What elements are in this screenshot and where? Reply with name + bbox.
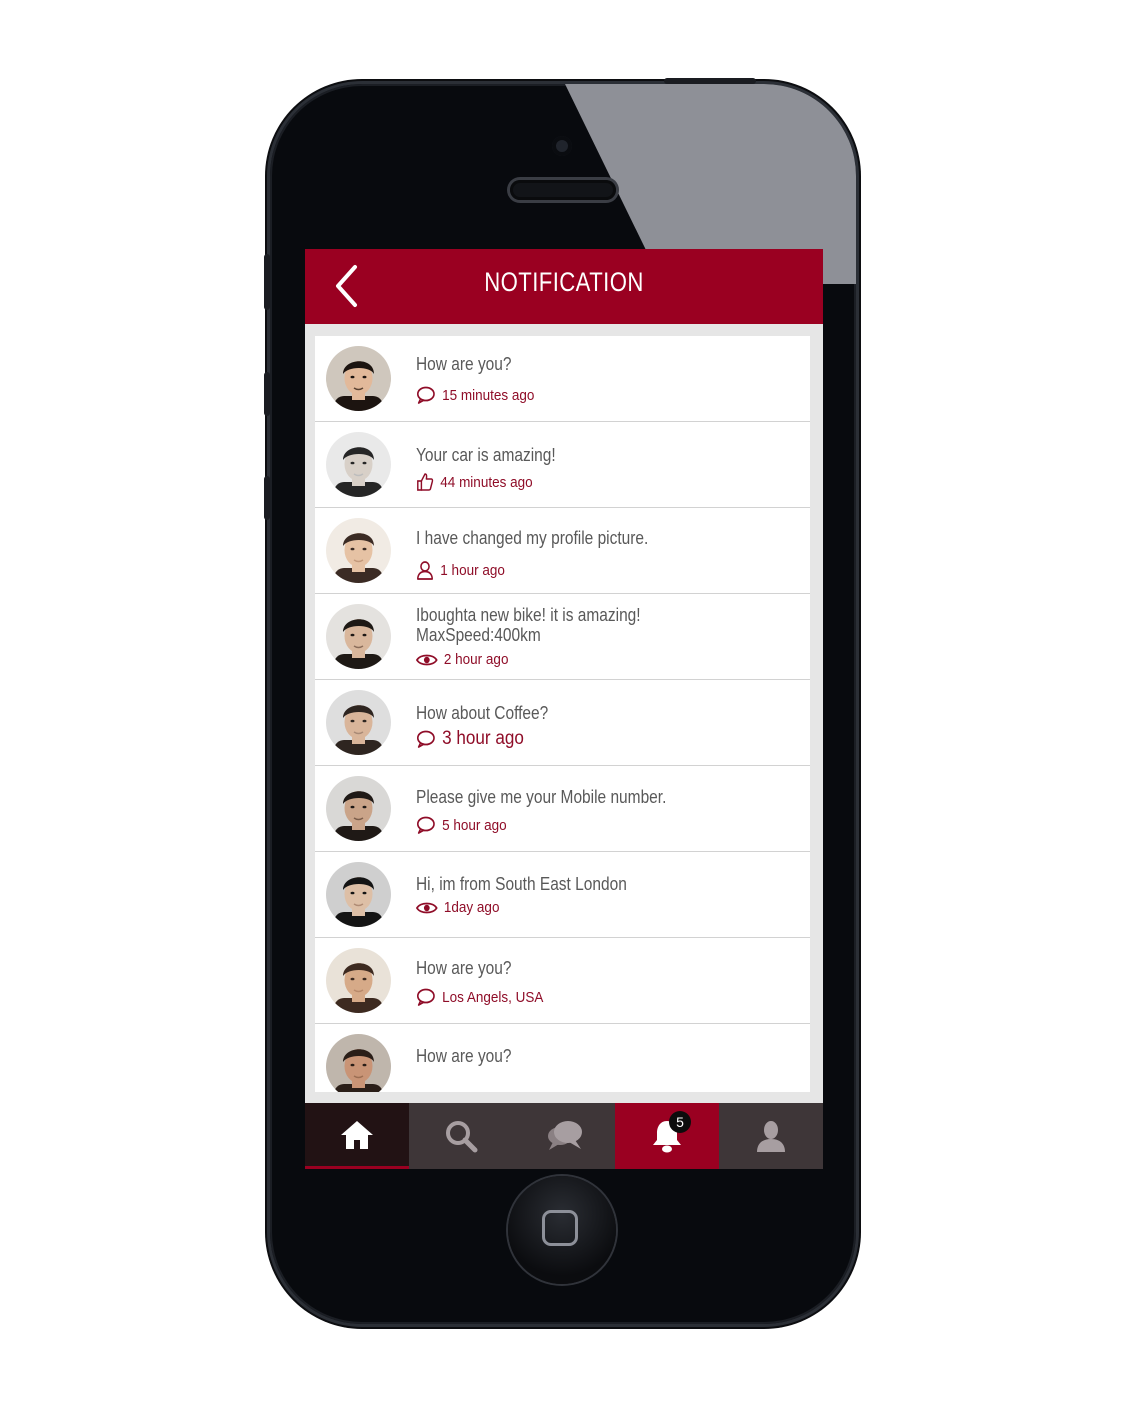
- search-icon: [446, 1121, 478, 1153]
- avatar[interactable]: [326, 690, 391, 755]
- earpiece-speaker: [510, 180, 616, 200]
- mute-switch: [264, 254, 270, 310]
- home-icon: [341, 1120, 373, 1149]
- tab-chat[interactable]: [513, 1103, 617, 1169]
- notification-message: I have changed my profile picture.: [416, 528, 649, 548]
- notification-time: 2 hour ago: [443, 651, 509, 668]
- tab-search[interactable]: [409, 1103, 513, 1169]
- notification-item[interactable]: How about Coffee? 3 hour ago: [315, 680, 810, 766]
- notification-time: 15 minutes ago: [442, 386, 535, 404]
- notification-meta: 5 hour ago: [416, 816, 507, 834]
- avatar[interactable]: [326, 862, 391, 927]
- avatar[interactable]: [326, 776, 391, 841]
- notification-message: Your car is amazing!: [416, 445, 556, 465]
- notification-item[interactable]: Iboughta new bike! it is amazing! MaxSpe…: [315, 594, 810, 680]
- bottom-tab-bar: 5: [305, 1103, 823, 1169]
- notification-item[interactable]: Please give me your Mobile number. 5 hour…: [315, 766, 810, 852]
- tab-notifications[interactable]: 5: [615, 1103, 719, 1169]
- notification-item[interactable]: How are you? 15 minutes ago: [315, 336, 810, 422]
- avatar[interactable]: [326, 346, 391, 411]
- notification-time: 1day ago: [443, 899, 500, 916]
- avatar[interactable]: [326, 604, 391, 669]
- comment-icon: [416, 730, 435, 748]
- notification-meta: Los Angels, USA: [416, 988, 543, 1006]
- profile-icon: [757, 1121, 785, 1152]
- eye-icon: [416, 902, 438, 913]
- notification-time: 3 hour ago: [442, 728, 524, 749]
- notification-message: Iboughta new bike! it is amazing! MaxSpe…: [416, 605, 641, 645]
- notification-list[interactable]: How are you? 15 minutes ago Your car is am…: [315, 336, 810, 1092]
- notification-message: How about Coffee?: [416, 703, 549, 723]
- eye-icon: [416, 654, 438, 665]
- notification-time: Los Angels, USA: [442, 988, 544, 1006]
- app-header: NOTIFICATION: [305, 249, 823, 324]
- notification-item[interactable]: Hi, im from South East London 1day ago: [315, 852, 810, 938]
- notification-item[interactable]: How are you?: [315, 1024, 810, 1092]
- avatar[interactable]: [326, 1034, 391, 1092]
- comment-icon: [416, 816, 435, 834]
- notification-count-badge: 5: [669, 1111, 691, 1133]
- avatar[interactable]: [326, 432, 391, 497]
- power-button: [664, 78, 756, 84]
- volume-down-button: [264, 476, 270, 520]
- chat-icon: [548, 1121, 582, 1150]
- notification-meta: 2 hour ago: [416, 651, 508, 668]
- notification-item[interactable]: I have changed my profile picture. 1 hour…: [315, 508, 810, 594]
- comment-icon: [416, 386, 435, 404]
- tab-home[interactable]: [305, 1103, 409, 1169]
- notification-message: Please give me your Mobile number.: [416, 787, 667, 807]
- notification-message: How are you?: [416, 958, 512, 978]
- comment-icon: [416, 988, 435, 1006]
- notification-time: 5 hour ago: [442, 816, 507, 834]
- front-camera: [552, 136, 572, 156]
- home-button-square-icon: [542, 1210, 578, 1246]
- notification-item[interactable]: Your car is amazing! 44 minutes ago: [315, 422, 810, 508]
- user-icon: [417, 561, 433, 580]
- notification-meta: 44 minutes ago: [416, 472, 533, 492]
- hardware-home-button[interactable]: [508, 1176, 616, 1284]
- notification-meta: 1 hour ago: [416, 560, 505, 580]
- thumbs-up-icon: [417, 473, 434, 491]
- notification-meta: 3 hour ago: [416, 728, 524, 750]
- notification-message: How are you?: [416, 1046, 512, 1066]
- app-screen: NOTIFICATION How are you? 15 minutes ago Y…: [305, 249, 823, 1169]
- volume-up-button: [264, 372, 270, 416]
- avatar[interactable]: [326, 518, 391, 583]
- notification-time: 44 minutes ago: [440, 473, 533, 491]
- notification-message: How are you?: [416, 354, 512, 374]
- avatar[interactable]: [326, 948, 391, 1013]
- notification-time: 1 hour ago: [440, 561, 505, 579]
- notification-message: Hi, im from South East London: [416, 874, 627, 894]
- notification-item[interactable]: How are you? Los Angels, USA: [315, 938, 810, 1024]
- notification-meta: 15 minutes ago: [416, 386, 534, 404]
- tab-profile[interactable]: [719, 1103, 823, 1169]
- notification-meta: 1day ago: [416, 899, 499, 916]
- page-title: NOTIFICATION: [484, 267, 644, 297]
